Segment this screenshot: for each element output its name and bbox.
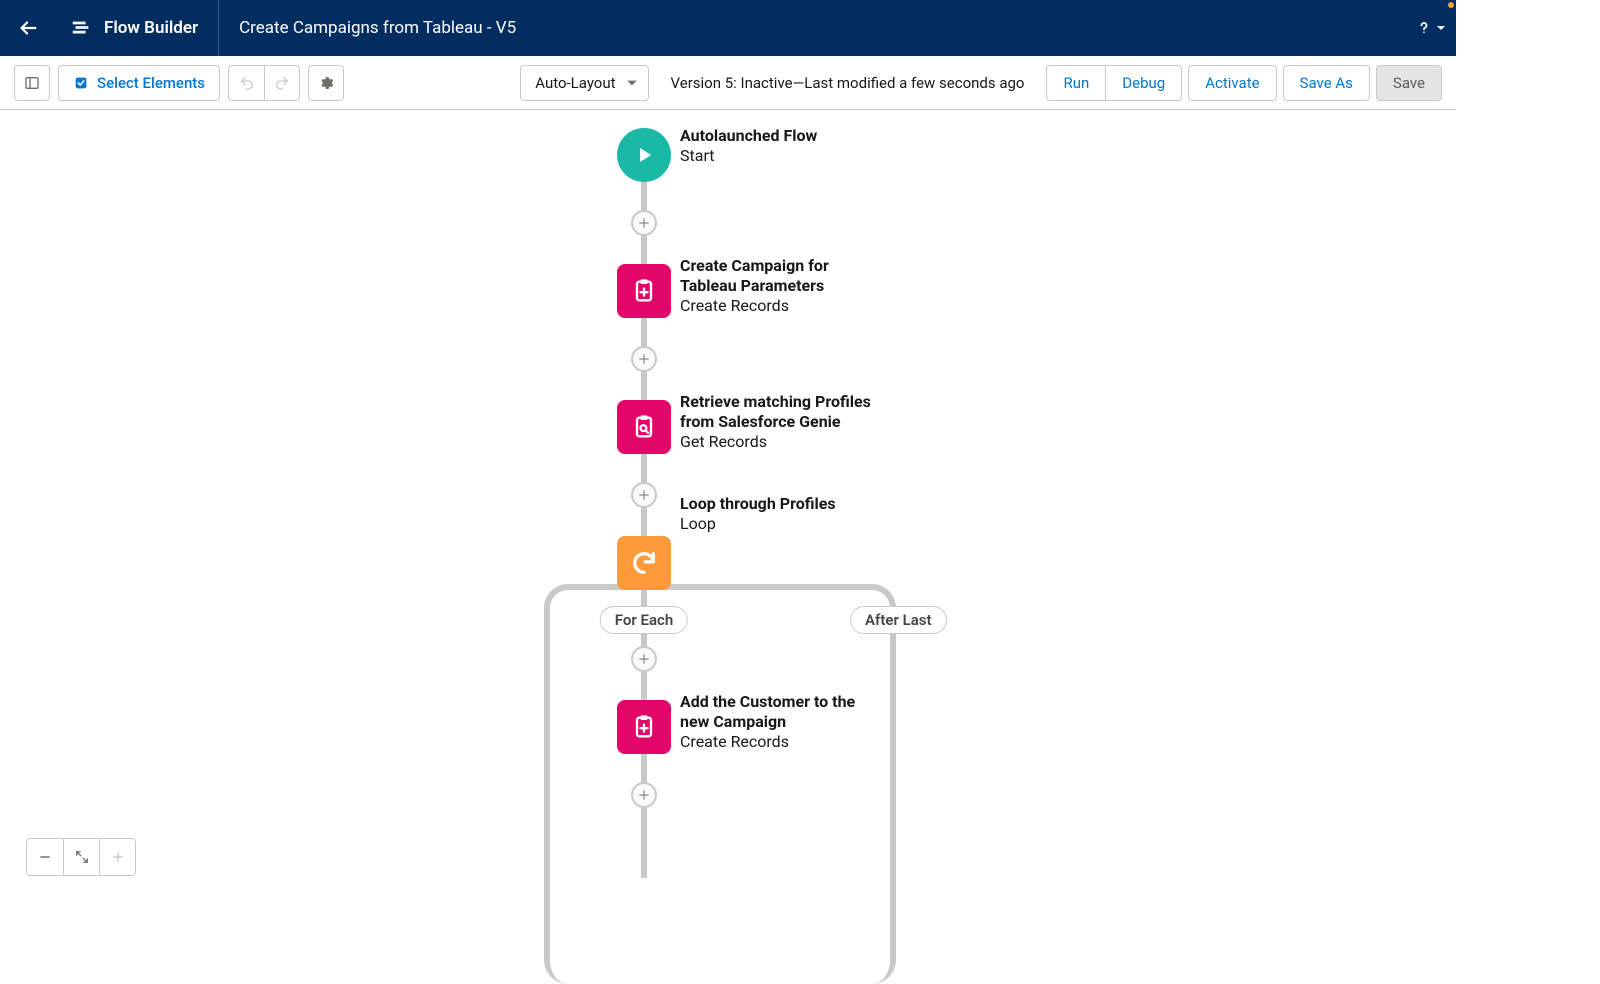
- alert-dot-icon: [1448, 2, 1454, 8]
- gear-icon: [318, 75, 334, 91]
- redo-icon: [274, 75, 290, 91]
- create-records-label-2: Add the Customer to the new Campaign Cre…: [680, 692, 855, 752]
- version-status: Version 5: Inactive—Last modified a few …: [671, 74, 1025, 92]
- add-node-button[interactable]: [631, 346, 657, 372]
- app-title-block: Flow Builder: [56, 0, 219, 56]
- add-node-button[interactable]: [631, 210, 657, 236]
- arrow-left-icon: [17, 17, 39, 39]
- fit-icon: [75, 850, 89, 864]
- caret-down-icon: [1436, 23, 1446, 33]
- loop-container: [544, 584, 896, 984]
- layout-label: Auto-Layout: [535, 74, 615, 92]
- layout-dropdown[interactable]: Auto-Layout: [520, 65, 648, 101]
- debug-button[interactable]: Debug: [1105, 65, 1182, 101]
- redo-button[interactable]: [264, 65, 300, 101]
- start-node[interactable]: [617, 128, 671, 182]
- builder-toolbar: Select Elements Auto-Layout Version 5: I…: [0, 56, 1456, 110]
- save-as-button[interactable]: Save As: [1283, 65, 1370, 101]
- zoom-out-button[interactable]: [27, 839, 63, 875]
- global-header: Flow Builder Create Campaigns from Table…: [0, 0, 1456, 56]
- action-buttons: Run Debug Activate Save As Save: [1046, 65, 1442, 101]
- add-node-button[interactable]: [631, 646, 657, 672]
- undo-redo-group: [228, 65, 300, 101]
- add-node-button[interactable]: [631, 482, 657, 508]
- caret-down-icon: [626, 77, 638, 89]
- loop-label: Loop through Profiles Loop: [680, 494, 836, 534]
- create-records-label: Create Campaign for Tableau Parameters C…: [680, 256, 829, 316]
- plus-icon: [637, 788, 651, 802]
- flow-icon: [70, 17, 92, 39]
- save-button[interactable]: Save: [1376, 65, 1442, 101]
- loop-icon: [630, 549, 658, 577]
- question-icon: [1414, 18, 1434, 38]
- clipboard-search-icon: [630, 413, 658, 441]
- undo-button[interactable]: [228, 65, 264, 101]
- help-button[interactable]: [1414, 18, 1446, 38]
- fit-to-screen-button[interactable]: [63, 839, 99, 875]
- minus-icon: [38, 850, 52, 864]
- flow-name: Create Campaigns from Tableau - V5: [219, 18, 516, 38]
- add-node-button[interactable]: [631, 782, 657, 808]
- plus-icon: [111, 850, 125, 864]
- zoom-controls: [26, 838, 136, 876]
- plus-icon: [637, 488, 651, 502]
- app-title-text: Flow Builder: [104, 18, 198, 38]
- plus-icon: [637, 652, 651, 666]
- zoom-in-button[interactable]: [99, 839, 135, 875]
- settings-button[interactable]: [308, 65, 344, 101]
- plus-icon: [637, 216, 651, 230]
- create-records-node-2[interactable]: [617, 700, 671, 754]
- play-icon: [632, 143, 656, 167]
- clipboard-plus-icon: [630, 277, 658, 305]
- toggle-panel-button[interactable]: [14, 65, 50, 101]
- get-records-label: Retrieve matching Profiles from Salesfor…: [680, 392, 871, 452]
- activate-button[interactable]: Activate: [1188, 65, 1276, 101]
- run-debug-group: Run Debug: [1046, 65, 1182, 101]
- loop-node[interactable]: [617, 536, 671, 590]
- start-node-label: Autolaunched Flow Start: [680, 126, 817, 166]
- run-button[interactable]: Run: [1046, 65, 1105, 101]
- canvas[interactable]: Autolaunched Flow Start Create Campaign …: [0, 110, 1600, 900]
- back-button[interactable]: [0, 0, 56, 56]
- panel-left-icon: [24, 75, 40, 91]
- undo-icon: [239, 75, 255, 91]
- after-last-branch-label: After Last: [850, 606, 947, 634]
- select-elements-button[interactable]: Select Elements: [58, 65, 220, 101]
- get-records-node[interactable]: [617, 400, 671, 454]
- clipboard-plus-icon: [630, 713, 658, 741]
- plus-icon: [637, 352, 651, 366]
- for-each-branch-label: For Each: [600, 606, 688, 634]
- select-elements-label: Select Elements: [97, 74, 205, 92]
- select-icon: [73, 75, 89, 91]
- create-records-node[interactable]: [617, 264, 671, 318]
